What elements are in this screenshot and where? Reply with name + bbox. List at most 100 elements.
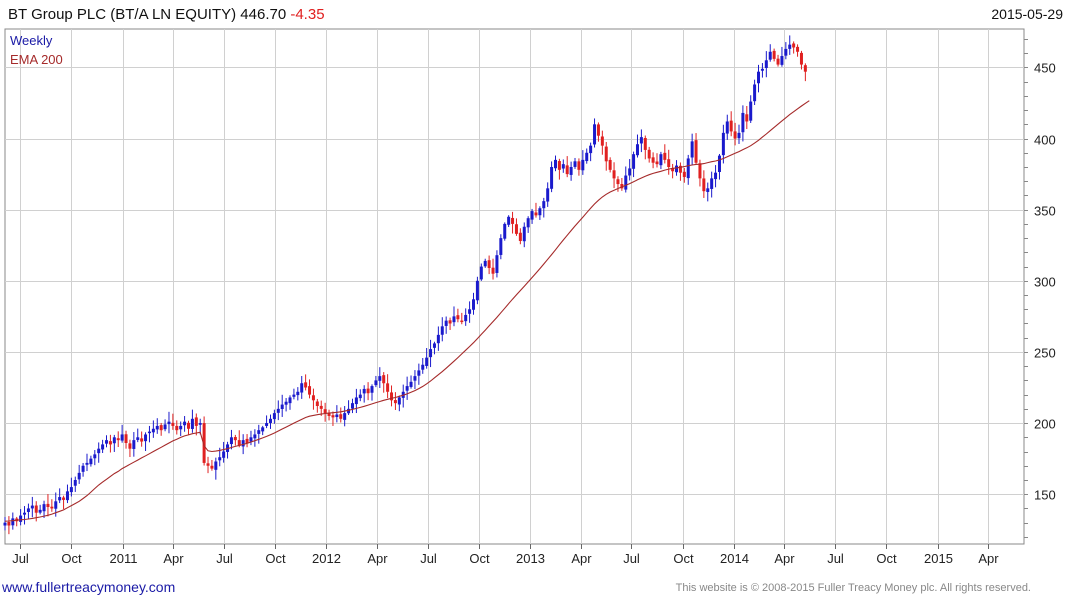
candle-body xyxy=(378,376,382,381)
candle-body xyxy=(569,166,573,175)
x-tick-label: Apr xyxy=(367,551,388,566)
x-tick-label: Oct xyxy=(876,551,897,566)
candle-body xyxy=(194,417,198,426)
candle-body xyxy=(319,405,323,409)
candle-body xyxy=(374,380,378,386)
x-tick-label: Oct xyxy=(469,551,490,566)
candle-body xyxy=(608,159,612,170)
candle-body xyxy=(655,161,659,165)
candle-body xyxy=(776,58,780,65)
candle-body xyxy=(284,401,288,405)
candle-body xyxy=(452,316,456,323)
candle-body xyxy=(495,255,499,273)
x-tick-label: Oct xyxy=(673,551,694,566)
candle-body xyxy=(702,178,706,192)
candle-body xyxy=(788,44,792,49)
candle-body xyxy=(249,437,253,442)
candle-body xyxy=(733,131,737,139)
candle-body xyxy=(479,266,483,280)
candle-body xyxy=(358,394,362,399)
candle-body xyxy=(11,518,15,526)
candle-body xyxy=(624,175,628,190)
candle-body xyxy=(335,414,339,418)
candle-body xyxy=(354,397,358,405)
candle-body xyxy=(315,401,319,407)
candle-body xyxy=(714,172,718,180)
x-tick-label: Jul xyxy=(827,551,844,566)
candle-body xyxy=(38,509,42,513)
candle-body xyxy=(206,463,210,466)
candle-body xyxy=(105,440,109,444)
candle-body xyxy=(487,260,491,269)
x-tick-label: Jul xyxy=(12,551,29,566)
candle-body xyxy=(46,503,50,508)
candle-body xyxy=(757,71,761,84)
candle-body xyxy=(179,425,183,430)
candle-body xyxy=(397,397,401,405)
candle-body xyxy=(772,50,776,59)
candle-body xyxy=(425,357,429,366)
candle-body xyxy=(530,211,534,220)
candle-body xyxy=(50,506,54,509)
candle-body xyxy=(686,158,690,179)
candle-body xyxy=(268,418,272,423)
candle-body xyxy=(23,512,27,515)
candle-body xyxy=(34,505,38,513)
legend-ema-200: EMA 200 xyxy=(10,52,63,67)
candle-body xyxy=(350,403,354,409)
candle-body xyxy=(546,188,550,202)
candle-body xyxy=(128,443,132,449)
candle-body xyxy=(682,171,686,177)
candle-body xyxy=(534,212,538,216)
candle-body xyxy=(85,462,89,465)
candle-body xyxy=(616,179,620,185)
candle-body xyxy=(768,51,772,60)
candle-body xyxy=(108,441,112,445)
candle-body xyxy=(93,454,97,459)
x-tick-label: 2012 xyxy=(312,551,341,566)
candle-body xyxy=(120,434,124,441)
candle-body xyxy=(167,421,171,425)
x-tick-label: Apr xyxy=(571,551,592,566)
candle-body xyxy=(432,343,436,348)
candle-body xyxy=(557,161,561,170)
candle-body xyxy=(475,280,479,301)
candle-body xyxy=(292,394,296,397)
candle-body xyxy=(593,124,597,145)
candle-body xyxy=(210,465,214,469)
candle-body xyxy=(296,391,300,396)
website-link[interactable]: www.fullertreacymoney.com xyxy=(2,579,175,595)
y-tick-label: 350 xyxy=(1034,204,1056,219)
candle-body xyxy=(561,164,565,169)
candle-body xyxy=(362,388,366,394)
candle-body xyxy=(218,457,222,461)
candle-body xyxy=(538,208,542,216)
candle-body xyxy=(632,154,636,169)
x-tick-label: Oct xyxy=(61,551,82,566)
candle-body xyxy=(288,397,292,404)
candle-body xyxy=(717,155,721,173)
candle-body xyxy=(3,522,7,526)
candle-body xyxy=(101,444,105,450)
candle-body xyxy=(667,159,671,167)
candle-body xyxy=(343,413,347,420)
x-tick-label: Apr xyxy=(978,551,999,566)
x-tick-label: 2011 xyxy=(110,551,138,566)
candle-body xyxy=(112,437,116,444)
candle-body xyxy=(393,400,397,404)
candle-body xyxy=(81,465,85,472)
candle-body xyxy=(7,521,11,526)
candle-body xyxy=(514,224,518,234)
candle-body xyxy=(780,56,784,65)
candle-body xyxy=(214,461,218,470)
candle-body xyxy=(54,501,58,509)
candle-body xyxy=(186,422,190,429)
candle-body xyxy=(710,178,714,189)
candle-body xyxy=(366,388,370,394)
candle-body xyxy=(151,428,155,433)
candle-body xyxy=(725,121,729,134)
candle-body xyxy=(507,216,511,225)
candle-body xyxy=(65,491,69,501)
candle-body xyxy=(69,487,73,493)
candle-body xyxy=(753,84,757,102)
